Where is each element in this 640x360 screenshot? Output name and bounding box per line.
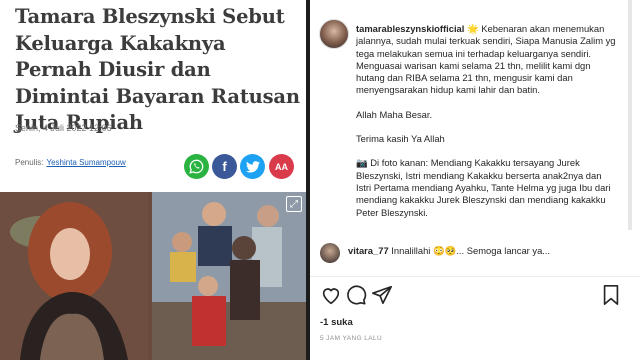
photo-tamara — [0, 192, 148, 360]
comment-text: Innalillahi 😳🥺... Semoga lancar ya... — [391, 245, 551, 256]
scrollbar[interactable] — [628, 0, 632, 230]
twitter-icon — [245, 160, 260, 173]
bookmark-icon[interactable] — [600, 284, 622, 306]
font-size-icon: AA — [275, 161, 288, 172]
avatar[interactable] — [319, 19, 349, 49]
caption-paragraph: tamarableszynskiofficial 🌟 Kebenaran aka… — [356, 23, 618, 97]
caption-paragraph: Allah Maha Besar. — [356, 108, 433, 120]
caption-paragraph: Terima kasih Ya Allah — [356, 133, 445, 145]
action-bar — [310, 284, 640, 308]
whatsapp-icon — [189, 159, 204, 174]
expand-button[interactable]: ⤢ — [286, 196, 302, 212]
expand-icon: ⤢ — [290, 198, 298, 210]
photo-family — [152, 192, 306, 360]
family-illustration — [152, 192, 306, 360]
article-photo[interactable] — [0, 192, 306, 360]
facebook-icon: f — [222, 159, 227, 174]
font-size-button[interactable]: AA — [269, 154, 294, 179]
author-link[interactable]: Yeshinta Sumampouw — [46, 158, 125, 167]
comment: vitara_77 Innalillahi 😳🥺... Semoga lanca… — [348, 245, 620, 258]
instagram-post: tamarableszynskiofficial 🌟 Kebenaran aka… — [310, 0, 640, 360]
heart-icon[interactable] — [320, 284, 342, 306]
username-link[interactable]: tamarableszynskiofficial — [356, 23, 464, 34]
twitter-share-button[interactable] — [240, 154, 265, 179]
divider — [310, 276, 640, 277]
post-caption: tamarableszynskiofficial 🌟 Kebenaran aka… — [356, 23, 618, 231]
commenter-username[interactable]: vitara_77 — [348, 245, 389, 256]
byline-label: Penulis: — [15, 158, 44, 167]
share-icon[interactable] — [371, 284, 393, 306]
byline: Penulis: Yeshinta Sumampouw — [15, 158, 126, 167]
caption-paragraph: 📷 Di foto kanan: Mendiang Kakakku tersay… — [356, 157, 611, 218]
publish-date: Senin, 4 Juli 2022 12:06 — [15, 123, 112, 133]
comment-icon[interactable] — [345, 284, 367, 306]
portrait-illustration — [0, 192, 148, 360]
news-article: Tamara Bleszynski Sebut Keluarga Kakakny… — [0, 0, 306, 360]
whatsapp-share-button[interactable] — [184, 154, 209, 179]
post-timestamp: 5 JAM YANG LALU — [320, 335, 383, 342]
likes-count[interactable]: -1 suka — [320, 317, 353, 328]
article-headline: Tamara Bleszynski Sebut Keluarga Kakakny… — [15, 5, 300, 134]
commenter-avatar[interactable] — [320, 243, 340, 263]
facebook-share-button[interactable]: f — [212, 154, 237, 179]
